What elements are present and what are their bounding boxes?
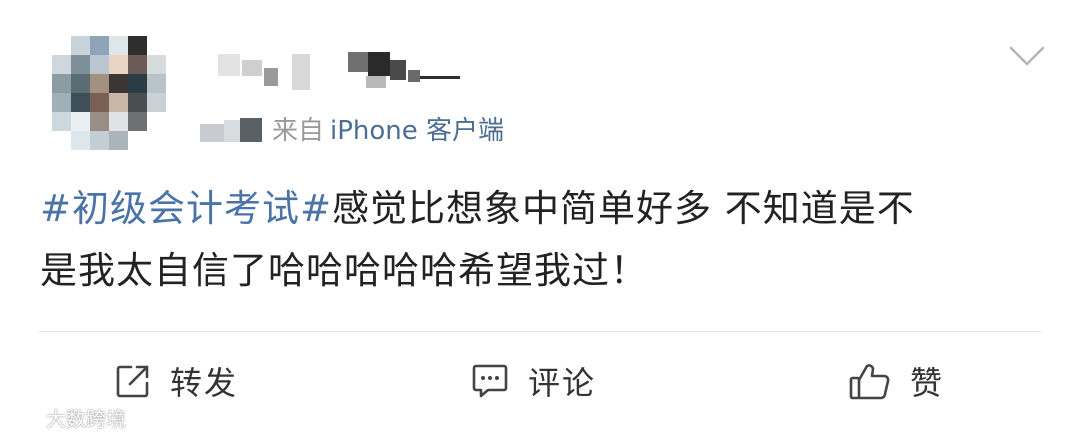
source-prefix: 来自: [272, 115, 325, 146]
thumbs-up-icon: [848, 360, 892, 402]
like-button[interactable]: 赞: [848, 355, 944, 407]
comment-label: 评论: [528, 364, 597, 402]
comment-icon: [470, 362, 510, 400]
repost-label: 转发: [170, 364, 239, 402]
wechat-logo-icon: [8, 402, 46, 433]
post-meta: 来自 iPhone 客户端: [200, 110, 504, 146]
divider: [38, 331, 1042, 332]
watermark: 大数跨境: [8, 402, 126, 432]
username-blurred[interactable]: [218, 46, 468, 92]
like-label: 赞: [910, 364, 945, 402]
chevron-down-icon[interactable]: [1008, 42, 1046, 70]
post-line-1: #初级会计考试#感觉比想象中简单好多 不知道是不: [40, 178, 1040, 240]
watermark-text: 大数跨境: [46, 406, 126, 431]
hashtag-link[interactable]: #初级会计考试#: [40, 187, 332, 230]
timestamp-blurred: [200, 114, 262, 142]
share-icon: [114, 362, 152, 400]
repost-button[interactable]: 转发: [114, 355, 238, 407]
comment-button[interactable]: 评论: [470, 355, 596, 407]
weibo-post-card: 来自 iPhone 客户端 #初级会计考试#感觉比想象中简单好多 不知道是不 是…: [0, 0, 1080, 436]
post-line-2: 是我太自信了哈哈哈哈哈希望我过！: [40, 249, 648, 292]
post-text-1: 感觉比想象中简单好多 不知道是不: [332, 187, 915, 230]
source-client-link[interactable]: iPhone 客户端: [330, 110, 504, 147]
post-content: #初级会计考试#感觉比想象中简单好多 不知道是不 是我太自信了哈哈哈哈哈希望我过…: [40, 178, 1040, 302]
avatar[interactable]: [52, 36, 166, 150]
